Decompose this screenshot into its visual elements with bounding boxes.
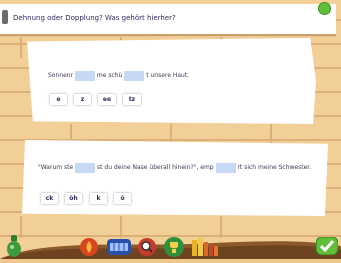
pin-icon bbox=[2, 10, 8, 24]
option-ck[interactable]: ck bbox=[41, 193, 58, 204]
sentence-part: me schü bbox=[96, 72, 123, 79]
task-header: Dehnung oder Dopplung? Was gehört hierhe… bbox=[0, 4, 336, 36]
books-icon[interactable] bbox=[192, 238, 222, 256]
task-title: Dehnung oder Dopplung? Was gehört hierhe… bbox=[13, 14, 176, 22]
close-button[interactable] bbox=[318, 2, 331, 15]
exercise-card-2 bbox=[22, 140, 328, 216]
option-oe[interactable]: ö bbox=[114, 193, 131, 204]
answer-gap-1[interactable] bbox=[74, 70, 95, 81]
answer-gap-3[interactable] bbox=[75, 162, 96, 173]
sentence-part: rt sich meine Schwester. bbox=[237, 164, 312, 171]
option-k[interactable]: k bbox=[90, 193, 107, 204]
trophy-icon[interactable] bbox=[164, 237, 184, 257]
check-button[interactable] bbox=[316, 237, 338, 255]
magnifier-icon[interactable] bbox=[138, 238, 156, 256]
option-z[interactable]: z bbox=[74, 94, 91, 105]
answer-gap-2[interactable] bbox=[124, 70, 145, 81]
sentence-part: "Warum ste bbox=[38, 164, 74, 171]
option-oeh[interactable]: öh bbox=[65, 193, 82, 204]
sentence-part: t unsere Haut. bbox=[146, 72, 190, 79]
exercise-1-sentence: Sonnenr me schü t unsere Haut. bbox=[48, 70, 189, 82]
fire-icon[interactable] bbox=[80, 238, 98, 256]
exercise-2-sentence: "Warum ste st du deine Nase überall hine… bbox=[38, 162, 320, 174]
option-ee[interactable]: ee bbox=[98, 94, 116, 105]
option-e[interactable]: e bbox=[50, 94, 67, 105]
option-tz[interactable]: tz bbox=[123, 94, 141, 105]
answer-gap-4[interactable] bbox=[215, 162, 236, 173]
sentence-part: Sonnenr bbox=[48, 72, 74, 79]
keyboard-icon[interactable] bbox=[107, 239, 131, 255]
bottle-icon[interactable] bbox=[6, 235, 22, 257]
sentence-part: st du deine Nase überall hinein?", emp bbox=[97, 164, 214, 171]
